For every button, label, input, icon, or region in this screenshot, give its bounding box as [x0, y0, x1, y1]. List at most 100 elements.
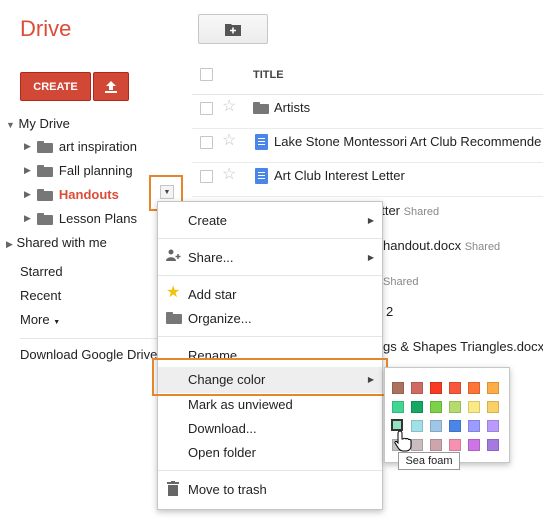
color-swatch[interactable] — [468, 420, 480, 432]
expand-triangle-icon[interactable]: ▼ — [6, 120, 15, 130]
sidebar-divider — [20, 338, 160, 339]
color-swatch[interactable] — [411, 382, 423, 394]
create-button[interactable]: CREATE — [20, 72, 91, 101]
file-name[interactable]: Lake Stone Montessori Art Club Recommend… — [274, 134, 541, 149]
collapse-triangle-icon[interactable]: ▶ — [6, 239, 13, 249]
download-drive-link[interactable]: Download Google Drive — [20, 347, 157, 362]
star-icon: ★ — [166, 284, 181, 301]
color-swatch[interactable] — [449, 420, 461, 432]
row-checkbox[interactable] — [200, 170, 213, 183]
menu-item-download[interactable]: Download... — [188, 421, 257, 436]
color-swatch[interactable] — [487, 401, 499, 413]
star-icon[interactable]: ☆ — [222, 167, 236, 183]
more-label: More — [20, 312, 50, 327]
color-swatch[interactable] — [430, 401, 442, 413]
row-divider — [192, 196, 543, 197]
my-drive-item[interactable]: ▼ My Drive — [6, 116, 70, 131]
context-menu: Create ▶ Share... ▶ ★ Add star Organize.… — [157, 201, 383, 510]
menu-divider — [158, 470, 382, 471]
row-checkbox[interactable] — [200, 136, 213, 149]
shared-label: Shared — [383, 276, 419, 288]
color-swatch[interactable] — [430, 382, 442, 394]
collapse-triangle-icon[interactable]: ▶ — [24, 189, 31, 200]
file-name[interactable]: gs & Shapes Triangles.docx — [383, 339, 543, 354]
sidebar-folder-fall-planning[interactable]: ▶ Fall planning — [24, 163, 133, 178]
shared-with-me-label: Shared with me — [16, 235, 107, 250]
table-row[interactable]: gs & Shapes Triangles.docx — [383, 339, 543, 354]
menu-item-share[interactable]: Share... — [188, 250, 234, 265]
folder-icon — [36, 188, 53, 201]
menu-item-move-to-trash[interactable]: Move to trash — [188, 482, 267, 497]
star-icon[interactable]: ☆ — [222, 99, 236, 115]
collapse-triangle-icon[interactable]: ▶ — [24, 213, 31, 224]
table-row[interactable]: ☆ Lake Stone Montessori Art Club Recomme… — [192, 130, 543, 154]
star-icon[interactable]: ☆ — [222, 133, 236, 149]
folder-label: Lesson Plans — [58, 211, 137, 226]
menu-item-add-star[interactable]: Add star — [188, 287, 236, 302]
folder-icon — [253, 102, 269, 114]
folder-icon — [166, 312, 182, 324]
color-swatch[interactable] — [487, 382, 499, 394]
sidebar-folder-art-inspiration[interactable]: ▶ art inspiration — [24, 139, 137, 154]
color-swatch[interactable] — [468, 382, 480, 394]
select-all-checkbox[interactable] — [200, 68, 213, 81]
change-color-highlight — [152, 358, 388, 396]
menu-item-organize[interactable]: Organize... — [188, 311, 252, 326]
folder-icon — [36, 212, 53, 225]
sidebar-item-starred[interactable]: Starred — [20, 264, 63, 279]
trash-icon — [167, 481, 179, 499]
table-row[interactable]: ☆ Artists — [192, 96, 543, 120]
folder-options-button[interactable]: ▼ — [160, 185, 174, 199]
upload-icon — [105, 80, 117, 93]
color-swatch[interactable] — [468, 439, 480, 451]
table-row[interactable]: Shared — [383, 273, 418, 288]
file-name[interactable]: Artists — [274, 100, 310, 115]
file-name[interactable]: Art Club Interest Letter — [274, 168, 405, 183]
column-header-title[interactable]: TITLE — [253, 69, 284, 81]
new-folder-icon — [225, 23, 241, 36]
file-name[interactable]: handout.docx — [383, 238, 461, 253]
sidebar-folder-handouts[interactable]: ▶ Handouts — [24, 187, 119, 202]
menu-divider — [158, 238, 382, 239]
menu-divider — [158, 336, 382, 337]
color-swatch[interactable] — [392, 382, 404, 394]
color-swatch[interactable] — [411, 420, 423, 432]
color-swatch[interactable] — [430, 439, 442, 451]
color-swatch[interactable] — [449, 439, 461, 451]
share-icon — [166, 249, 182, 265]
color-swatch[interactable] — [411, 401, 423, 413]
color-swatch[interactable] — [430, 420, 442, 432]
table-row[interactable]: handout.docx Shared — [383, 238, 500, 253]
hand-cursor-icon — [394, 430, 412, 452]
menu-item-open-folder[interactable]: Open folder — [188, 445, 256, 460]
sidebar-item-recent[interactable]: Recent — [20, 288, 61, 303]
collapse-triangle-icon[interactable]: ▶ — [24, 141, 31, 152]
menu-item-create[interactable]: Create — [188, 213, 227, 228]
shared-label: Shared — [464, 241, 501, 253]
shared-with-me-item[interactable]: ▶ Shared with me — [6, 235, 107, 250]
row-checkbox[interactable] — [200, 102, 213, 115]
color-swatch[interactable] — [411, 439, 423, 451]
row-divider — [192, 128, 543, 129]
menu-divider — [158, 275, 382, 276]
file-name[interactable]: 2 — [386, 304, 393, 319]
table-row[interactable]: etter Shared — [374, 203, 439, 218]
collapse-triangle-icon[interactable]: ▶ — [24, 165, 31, 176]
table-row[interactable]: 2 — [386, 304, 393, 319]
color-swatch[interactable] — [392, 401, 404, 413]
header-divider — [192, 94, 543, 95]
sidebar-folder-lesson-plans[interactable]: ▶ Lesson Plans — [24, 211, 137, 226]
color-swatch[interactable] — [449, 382, 461, 394]
submenu-arrow-icon: ▶ — [367, 216, 374, 225]
table-row[interactable]: ☆ Art Club Interest Letter — [192, 164, 543, 188]
folder-label: art inspiration — [58, 139, 137, 154]
menu-item-mark-unviewed[interactable]: Mark as unviewed — [188, 397, 293, 412]
new-folder-button[interactable] — [198, 14, 268, 44]
color-swatch[interactable] — [468, 401, 480, 413]
color-swatch[interactable] — [487, 439, 499, 451]
color-swatch[interactable] — [449, 401, 461, 413]
drive-logo[interactable]: Drive — [20, 16, 71, 42]
upload-button[interactable] — [93, 72, 129, 101]
color-swatch[interactable] — [487, 420, 499, 432]
sidebar-item-more[interactable]: More ▼ — [20, 312, 60, 327]
